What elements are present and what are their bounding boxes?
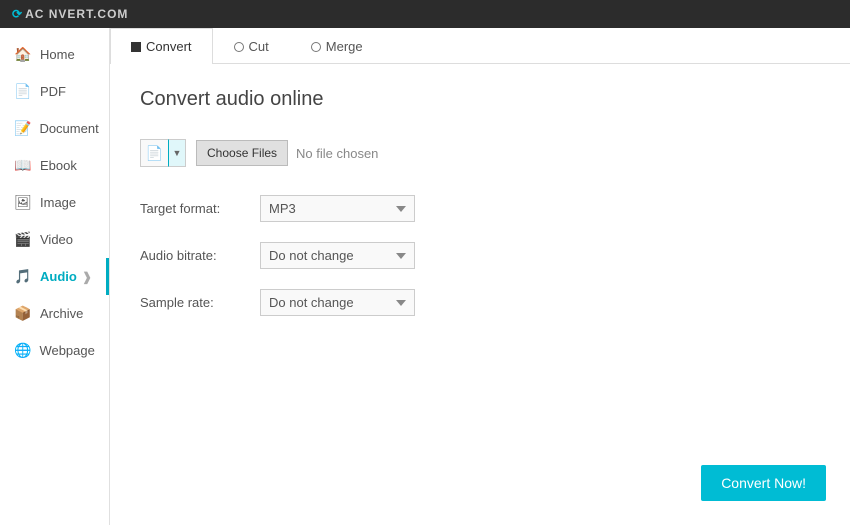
file-icon-group: 📄 ▼ xyxy=(140,139,186,167)
sidebar-item-ebook[interactable]: 📖 Ebook xyxy=(0,147,109,184)
sidebar-label-archive: Archive xyxy=(40,306,83,321)
image-icon: 🖼 xyxy=(14,194,32,211)
main-content: Convert Cut Merge Convert audio online 📄 ▼… xyxy=(110,28,850,525)
sidebar-item-home[interactable]: 🏠 Home xyxy=(0,36,109,73)
sidebar-label-pdf: PDF xyxy=(40,84,66,99)
sample-rate-row: Sample rate: Do not change8000 Hz11025 H… xyxy=(140,289,820,316)
sidebar-item-archive[interactable]: 📦 Archive xyxy=(0,295,109,332)
page-title: Convert audio online xyxy=(140,88,820,111)
sidebar-label-video: Video xyxy=(40,232,73,247)
convert-now-button[interactable]: Convert Now! xyxy=(701,465,826,501)
sidebar-label-ebook: Ebook xyxy=(40,158,77,173)
choose-files-button[interactable]: Choose Files xyxy=(196,140,288,166)
sidebar-item-video[interactable]: 🎬 Video xyxy=(0,221,109,258)
active-chevron: ❱ xyxy=(82,270,92,284)
archive-icon: 📦 xyxy=(14,305,32,322)
home-icon: 🏠 xyxy=(14,46,32,63)
tab-label-merge: Merge xyxy=(326,39,363,54)
merge-tab-circle xyxy=(311,42,321,52)
sidebar-item-webpage[interactable]: 🌐 Webpage xyxy=(0,332,109,369)
sidebar-label-document: Document xyxy=(39,121,98,136)
webpage-icon: 🌐 xyxy=(14,342,31,359)
audio-icon: 🎵 xyxy=(14,268,32,285)
sidebar-item-pdf[interactable]: 📄 PDF xyxy=(0,73,109,110)
sidebar-label-home: Home xyxy=(40,47,75,62)
file-icon-button[interactable]: 📄 xyxy=(140,139,168,167)
ebook-icon: 📖 xyxy=(14,157,32,174)
sidebar-label-image: Image xyxy=(40,195,76,210)
convert-tab-dot xyxy=(131,42,141,52)
audio-bitrate-row: Audio bitrate: Do not change32 kbps64 kb… xyxy=(140,242,820,269)
no-file-label: No file chosen xyxy=(296,146,378,161)
target-format-label: Target format: xyxy=(140,201,260,216)
target-format-row: Target format: MP3AACOGGWAVFLACWMAM4A xyxy=(140,195,820,222)
sidebar-item-image[interactable]: 🖼 Image xyxy=(0,184,109,221)
sidebar-item-document[interactable]: 📝 Document xyxy=(0,110,109,147)
tab-merge[interactable]: Merge xyxy=(290,28,384,64)
sample-rate-select[interactable]: Do not change8000 Hz11025 Hz22050 Hz4410… xyxy=(260,289,415,316)
logo-icon: ⟳ xyxy=(12,7,23,21)
pdf-icon: 📄 xyxy=(14,83,32,100)
document-icon: 📝 xyxy=(14,120,31,137)
file-upload-row: 📄 ▼ Choose Files No file chosen xyxy=(140,139,820,167)
content-area: Convert audio online 📄 ▼ Choose Files No… xyxy=(110,64,850,525)
sidebar-item-audio[interactable]: 🎵 Audio ❱ xyxy=(0,258,109,295)
tab-cut[interactable]: Cut xyxy=(213,28,290,64)
topbar: ⟳ AC NVERT.COM xyxy=(0,0,850,28)
logo-text: AC NVERT.COM xyxy=(25,7,128,21)
file-dropdown-button[interactable]: ▼ xyxy=(168,139,186,167)
video-icon: 🎬 xyxy=(14,231,32,248)
target-format-select[interactable]: MP3AACOGGWAVFLACWMAM4A xyxy=(260,195,415,222)
audio-bitrate-select[interactable]: Do not change32 kbps64 kbps128 kbps192 k… xyxy=(260,242,415,269)
sidebar-label-audio: Audio xyxy=(40,269,77,284)
tab-label-cut: Cut xyxy=(249,39,269,54)
tab-convert[interactable]: Convert xyxy=(110,28,213,64)
audio-bitrate-label: Audio bitrate: xyxy=(140,248,260,263)
sidebar-label-webpage: Webpage xyxy=(39,343,94,358)
sidebar: 🏠 Home 📄 PDF 📝 Document 📖 Ebook 🖼 Image … xyxy=(0,28,110,525)
tabs-bar: Convert Cut Merge xyxy=(110,28,850,64)
tab-label-convert: Convert xyxy=(146,39,192,54)
sample-rate-label: Sample rate: xyxy=(140,295,260,310)
cut-tab-circle xyxy=(234,42,244,52)
